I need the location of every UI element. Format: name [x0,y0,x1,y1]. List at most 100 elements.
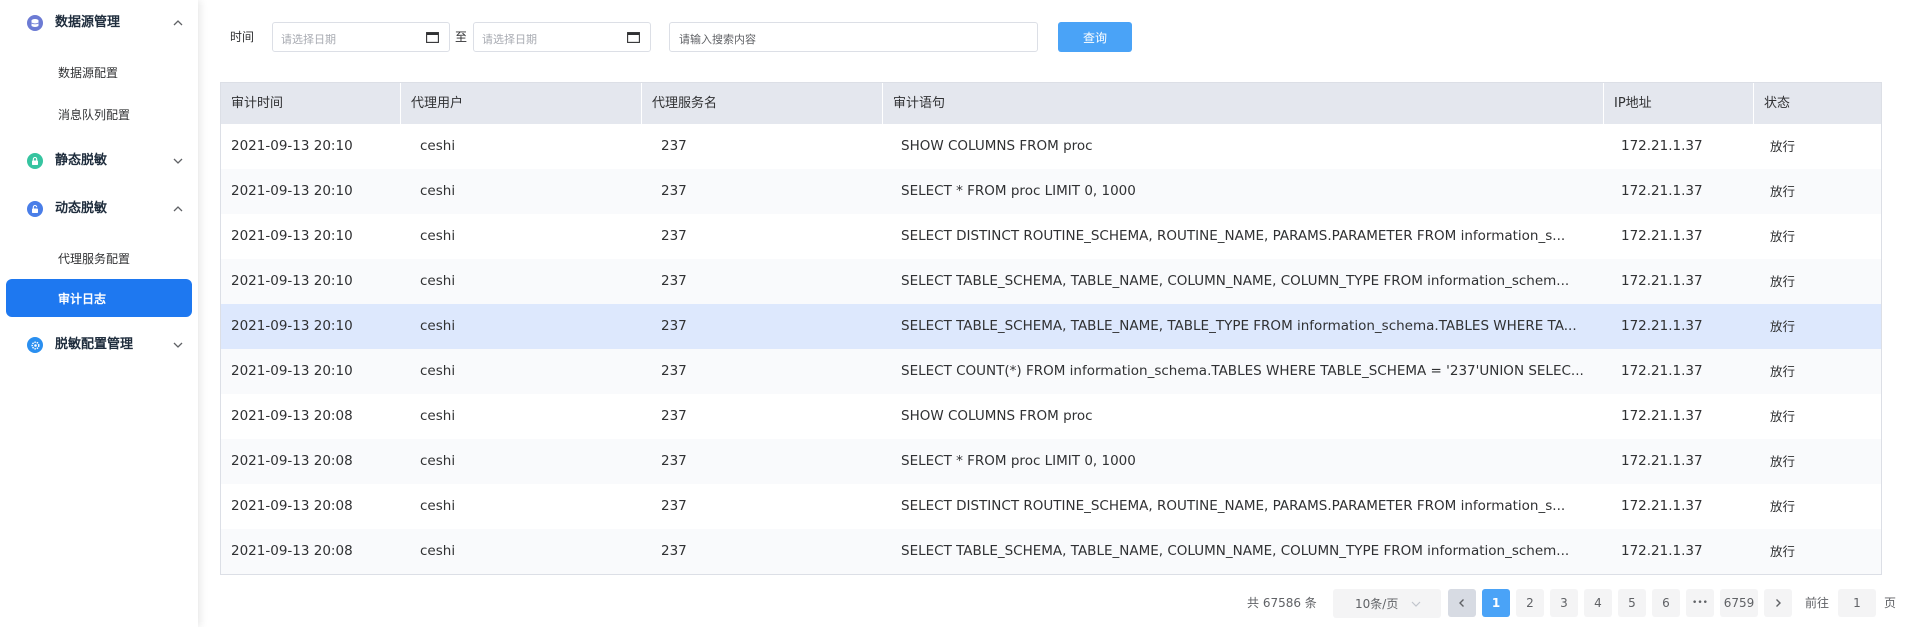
cell-ip-address: 172.21.1.37 [1621,183,1703,199]
table-row[interactable]: 2021-09-13 20:10 ceshi 237 SHOW COLUMNS FRO… [221,124,1881,169]
table-row[interactable]: 2021-09-13 20:08 ceshi 237 SELECT DISTINCT … [221,484,1881,529]
table-row[interactable]: 2021-09-13 20:10 ceshi 237 SELECT DISTINCT … [221,214,1881,259]
sidebar: 数据源管理 数据源配置 消息队列配置 静态脱敏 动态脱敏 代理服务配置 审计日志… [0,0,198,627]
cell-ip-address: 172.21.1.37 [1621,408,1703,424]
goto-suffix: 页 [1884,596,1897,610]
calendar-icon [426,32,439,43]
page-button-3[interactable]: 3 [1550,589,1578,617]
cell-proxy-service: 237 [661,273,687,289]
start-date-placeholder: 请选择日期 [281,33,336,46]
table-row[interactable]: 2021-09-13 20:08 ceshi 237 SHOW COLUMNS FRO… [221,394,1881,439]
cell-status: 放行 [1770,454,1796,469]
cell-audit-time: 2021-09-13 20:10 [231,363,353,379]
cell-status: 放行 [1770,364,1796,379]
cell-audit-time: 2021-09-13 20:08 [231,543,353,559]
cell-proxy-service: 237 [661,453,687,469]
cell-audit-statement: SELECT * FROM proc LIMIT 0, 1000 [901,183,1136,199]
cell-proxy-service: 237 [661,228,687,244]
cell-audit-time: 2021-09-13 20:10 [231,318,353,334]
page-button-5[interactable]: 5 [1618,589,1646,617]
cell-proxy-user: ceshi [420,183,456,199]
gear-icon [27,337,43,353]
page-button-last[interactable]: 6759 [1720,589,1758,617]
cell-audit-time: 2021-09-13 20:10 [231,228,353,244]
cell-status: 放行 [1770,319,1796,334]
cell-proxy-user: ceshi [420,543,456,559]
cell-status: 放行 [1770,499,1796,514]
nav-group-datasource[interactable]: 数据源管理 [0,6,198,40]
column-header-ip-address: IP地址 [1604,83,1754,124]
cell-proxy-service: 237 [661,498,687,514]
table-row[interactable]: 2021-09-13 20:10 ceshi 237 SELECT TABLE_SCH… [221,259,1881,304]
page-size-value: 10条/页 [1355,597,1399,611]
column-header-audit-time: 审计时间 [221,83,401,124]
cell-proxy-service: 237 [661,318,687,334]
cell-audit-statement: SELECT TABLE_SCHEMA, TABLE_NAME, TABLE_T… [901,318,1577,334]
page-ellipsis-button[interactable]: ••• [1686,589,1714,617]
page-button-6[interactable]: 6 [1652,589,1680,617]
start-date-picker[interactable]: 请选择日期 [272,22,450,52]
query-button[interactable]: 查询 [1058,22,1132,52]
sidebar-item-datasource-config[interactable]: 数据源配置 [6,53,192,91]
sidebar-item-label: 代理服务配置 [58,251,131,266]
cell-proxy-service: 237 [661,408,687,424]
sidebar-item-audit-log[interactable]: 审计日志 [6,279,192,317]
cell-audit-time: 2021-09-13 20:08 [231,408,353,424]
nav-group-static-masking[interactable]: 静态脱敏 [0,144,198,178]
sidebar-item-label: 审计日志 [58,291,107,306]
table-row[interactable]: 2021-09-13 20:10 ceshi 237 SELECT TABLE_SCH… [221,304,1881,349]
nav-group-dynamic-masking[interactable]: 动态脱敏 [0,192,198,226]
cell-ip-address: 172.21.1.37 [1621,228,1703,244]
table-row[interactable]: 2021-09-13 20:10 ceshi 237 SELECT COUNT(*) … [221,349,1881,394]
cell-audit-statement: SELECT TABLE_SCHEMA, TABLE_NAME, COLUMN_… [901,273,1570,289]
table-row[interactable]: 2021-09-13 20:08 ceshi 237 SELECT * FROM pr… [221,439,1881,484]
column-header-proxy-user: 代理用户 [401,83,642,124]
table-row[interactable]: 2021-09-13 20:10 ceshi 237 SELECT * FROM pr… [221,169,1881,214]
cell-status: 放行 [1770,409,1796,424]
prev-page-button[interactable] [1448,589,1476,617]
cell-ip-address: 172.21.1.37 [1621,138,1703,154]
chevron-down-icon [173,342,183,348]
goto-page-input[interactable]: 1 [1838,589,1876,617]
time-label: 时间 [230,30,255,44]
database-icon [27,15,43,31]
chevron-right-icon [1776,599,1781,607]
sidebar-item-label: 数据源配置 [58,65,119,80]
cell-proxy-service: 237 [661,363,687,379]
cell-proxy-user: ceshi [420,228,456,244]
cell-ip-address: 172.21.1.37 [1621,273,1703,289]
audit-log-table: 审计时间 代理用户 代理服务名 审计语句 IP地址 状态 2021-09-13 … [220,82,1882,575]
nav-group-label: 动态脱敏 [55,201,108,216]
sidebar-item-proxy-service-config[interactable]: 代理服务配置 [6,239,192,277]
goto-prefix: 前往 [1805,596,1830,610]
cell-proxy-user: ceshi [420,408,456,424]
sidebar-item-mq-config[interactable]: 消息队列配置 [6,95,192,133]
cell-status: 放行 [1770,184,1796,199]
page-button-4[interactable]: 4 [1584,589,1612,617]
page-button-1[interactable]: 1 [1482,589,1510,617]
search-input[interactable]: 请输入搜索内容 [669,22,1038,52]
cell-status: 放行 [1770,139,1796,154]
table-header: 审计时间 代理用户 代理服务名 审计语句 IP地址 状态 [221,83,1881,124]
next-page-button[interactable] [1764,589,1792,617]
chevron-down-icon [173,158,183,164]
cell-ip-address: 172.21.1.37 [1621,363,1703,379]
nav-group-label: 静态脱敏 [55,153,108,168]
calendar-icon [627,32,640,43]
page-button-2[interactable]: 2 [1516,589,1544,617]
nav-group-masking-config[interactable]: 脱敏配置管理 [0,328,198,362]
cell-status: 放行 [1770,544,1796,559]
column-header-status: 状态 [1764,96,1791,111]
end-date-picker[interactable]: 请选择日期 [473,22,651,52]
page-size-select[interactable]: 10条/页 [1333,589,1441,618]
cell-ip-address: 172.21.1.37 [1621,453,1703,469]
cell-audit-statement: SELECT COUNT(*) FROM information_schema.… [901,363,1584,379]
column-header-audit-statement: 审计语句 [883,83,1604,124]
cell-audit-statement: SHOW COLUMNS FROM proc [901,138,1093,154]
sidebar-item-label: 消息队列配置 [58,107,131,122]
cell-audit-statement: SELECT * FROM proc LIMIT 0, 1000 [901,453,1136,469]
chevron-down-icon [1411,601,1421,607]
cell-proxy-user: ceshi [420,363,456,379]
table-row[interactable]: 2021-09-13 20:08 ceshi 237 SELECT TABLE_SCH… [221,529,1881,574]
column-header-proxy-service: 代理服务名 [642,83,883,124]
